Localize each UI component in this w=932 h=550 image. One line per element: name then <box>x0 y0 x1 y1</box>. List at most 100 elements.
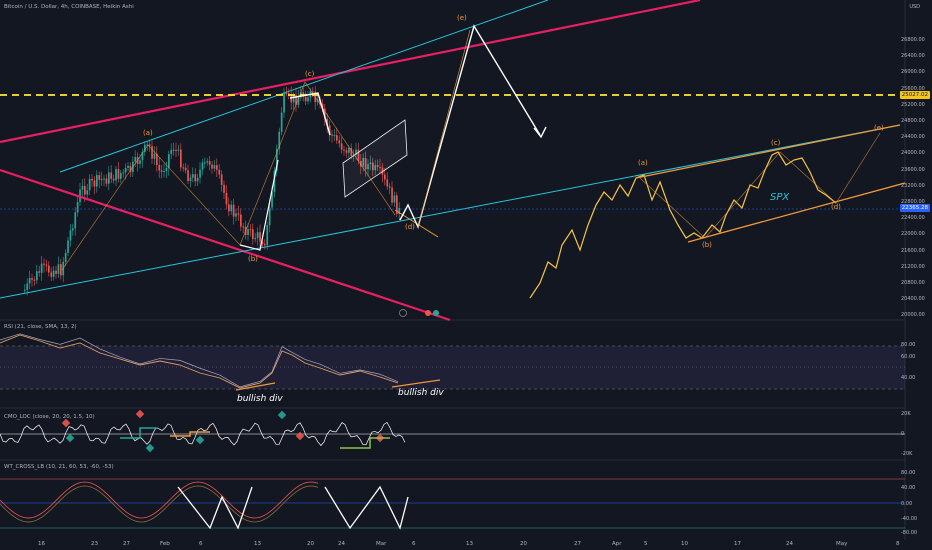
candle <box>55 270 57 274</box>
candle <box>45 264 48 266</box>
candle <box>182 167 185 169</box>
candle <box>345 150 348 153</box>
price-tick: 20000.00 <box>901 312 925 319</box>
candle <box>110 172 113 179</box>
candle <box>256 232 259 239</box>
candle <box>259 232 261 242</box>
price-tick: 24000.00 <box>901 150 925 157</box>
wt-title[interactable]: WT_CROSS_LB (10, 21, 60, 53, -60, -53) <box>4 464 114 470</box>
candle <box>81 185 84 190</box>
rsi-band <box>0 346 905 389</box>
candle <box>268 207 271 226</box>
wt-tick: 40.00 <box>901 485 916 491</box>
price-tick: 24800.00 <box>901 118 925 124</box>
candle <box>120 173 122 179</box>
price-tick: 26400.00 <box>901 53 925 60</box>
candle <box>391 187 393 203</box>
candle <box>338 140 341 144</box>
candle <box>235 213 237 217</box>
candle <box>31 278 33 280</box>
candle <box>228 204 230 212</box>
time-tick: 20 <box>520 541 527 547</box>
candle <box>124 167 127 173</box>
wave-label-a: (a) <box>143 129 153 137</box>
osc-tick: 20K <box>901 411 911 417</box>
candle <box>50 272 53 277</box>
candle <box>43 263 45 265</box>
wt-tick: -40.00 <box>901 516 918 522</box>
event-icon <box>425 310 431 316</box>
level-price-tag: 25027.02 <box>899 91 930 99</box>
candle <box>252 229 254 240</box>
candle <box>103 178 105 180</box>
candle <box>24 289 26 291</box>
candle <box>331 134 333 136</box>
candle <box>249 229 252 231</box>
candle <box>211 164 213 169</box>
spx-wave-label-a: (a) <box>638 159 648 167</box>
candle <box>216 165 218 170</box>
time-tick: 27 <box>123 541 130 547</box>
osc-title[interactable]: CMO_LOC (close, 20, 20, 1.5, 10) <box>4 414 95 420</box>
candle <box>28 278 31 284</box>
rsi-tick: 60.00 <box>901 354 916 360</box>
candle <box>139 160 141 164</box>
candle <box>230 204 233 212</box>
candle <box>201 162 204 170</box>
candle <box>208 161 211 165</box>
candle <box>165 167 168 172</box>
candle <box>180 149 182 168</box>
price-tick: 23600.00 <box>901 166 925 173</box>
candle <box>242 226 245 228</box>
candle <box>288 93 290 95</box>
spx-label: SPX <box>770 192 790 203</box>
candle <box>122 172 125 174</box>
candle <box>108 172 110 184</box>
candle <box>60 264 62 276</box>
time-tick: 6 <box>412 541 416 547</box>
candle <box>280 112 283 132</box>
spx-wave-label-e: (e) <box>874 124 884 132</box>
candle <box>175 150 177 152</box>
candle <box>112 178 115 181</box>
time-tick: 5 <box>644 541 648 547</box>
time-tick: 27 <box>574 541 581 547</box>
current-price-tag: 22365.28 <box>899 204 930 212</box>
candle <box>218 169 221 175</box>
candle <box>33 279 36 281</box>
candle <box>117 169 120 179</box>
wave-label-c: (c) <box>305 70 315 78</box>
candle <box>384 174 386 180</box>
candle <box>199 169 201 178</box>
price-tick: 25200.00 <box>901 101 925 108</box>
candle <box>220 174 223 185</box>
candle <box>163 171 165 173</box>
chart-canvas[interactable] <box>0 0 932 550</box>
rsi-title[interactable]: RSI (21, close, SMA, 13, 2) <box>4 324 77 330</box>
candle <box>91 178 93 181</box>
candle <box>194 174 197 182</box>
time-tick: Feb <box>160 541 170 547</box>
currency-label: USD <box>909 4 920 10</box>
candle <box>69 230 72 241</box>
candle <box>237 213 240 215</box>
candle <box>86 190 89 195</box>
candle <box>74 212 77 229</box>
candle <box>115 169 117 181</box>
candle <box>386 179 389 187</box>
wt-tick: -80.00 <box>901 530 918 536</box>
candle <box>96 175 98 187</box>
candle <box>36 271 38 281</box>
symbol-title[interactable]: Bitcoin / U.S. Dollar, 4h, COINBASE, Hei… <box>4 4 134 10</box>
candle <box>127 165 129 168</box>
time-tick: 24 <box>786 541 793 547</box>
wt-tick: 80.00 <box>901 470 916 476</box>
candle <box>196 177 199 182</box>
candle <box>153 153 156 159</box>
candle <box>93 180 96 187</box>
candle <box>266 225 269 246</box>
candle <box>348 147 350 153</box>
price-tick: 22400.00 <box>901 215 925 222</box>
candle <box>26 283 29 290</box>
candle <box>343 149 345 151</box>
